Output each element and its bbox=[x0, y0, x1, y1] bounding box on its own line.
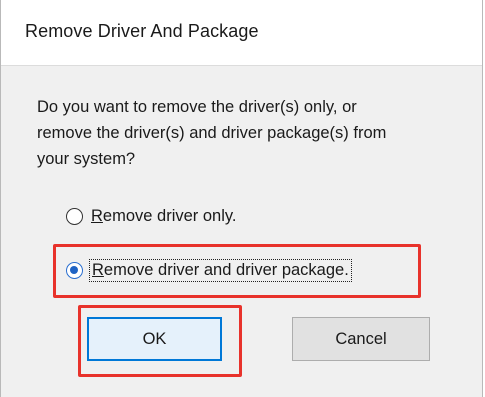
option-remove-driver-only-label: Remove driver only. bbox=[91, 207, 237, 226]
message-line-1: Do you want to remove the driver(s) only… bbox=[37, 98, 357, 116]
cancel-button[interactable]: Cancel bbox=[292, 317, 430, 361]
accelerator-key: R bbox=[91, 206, 103, 225]
dialog-message: Do you want to remove the driver(s) only… bbox=[37, 94, 477, 172]
option-label-text: emove driver and driver package. bbox=[103, 260, 349, 279]
option-remove-driver-and-package-label: Remove driver and driver package. bbox=[89, 258, 352, 282]
radio-button-checked[interactable] bbox=[66, 261, 83, 279]
message-line-3: your system? bbox=[37, 150, 136, 168]
dialog-titlebar: Remove Driver And Package bbox=[1, 0, 482, 66]
message-line-2: remove the driver(s) and driver package(… bbox=[37, 124, 387, 142]
radio-button-unchecked[interactable] bbox=[66, 207, 83, 225]
option-label-text: emove driver only. bbox=[102, 206, 237, 225]
ok-button[interactable]: OK bbox=[87, 317, 222, 361]
dialog-title: Remove Driver And Package bbox=[25, 21, 259, 41]
option-remove-driver-only[interactable]: Remove driver only. bbox=[66, 203, 237, 229]
remove-driver-dialog: Remove Driver And Package Do you want to… bbox=[0, 0, 483, 397]
option-remove-driver-and-package[interactable]: Remove driver and driver package. bbox=[66, 257, 352, 283]
accelerator-key: R bbox=[92, 260, 104, 279]
